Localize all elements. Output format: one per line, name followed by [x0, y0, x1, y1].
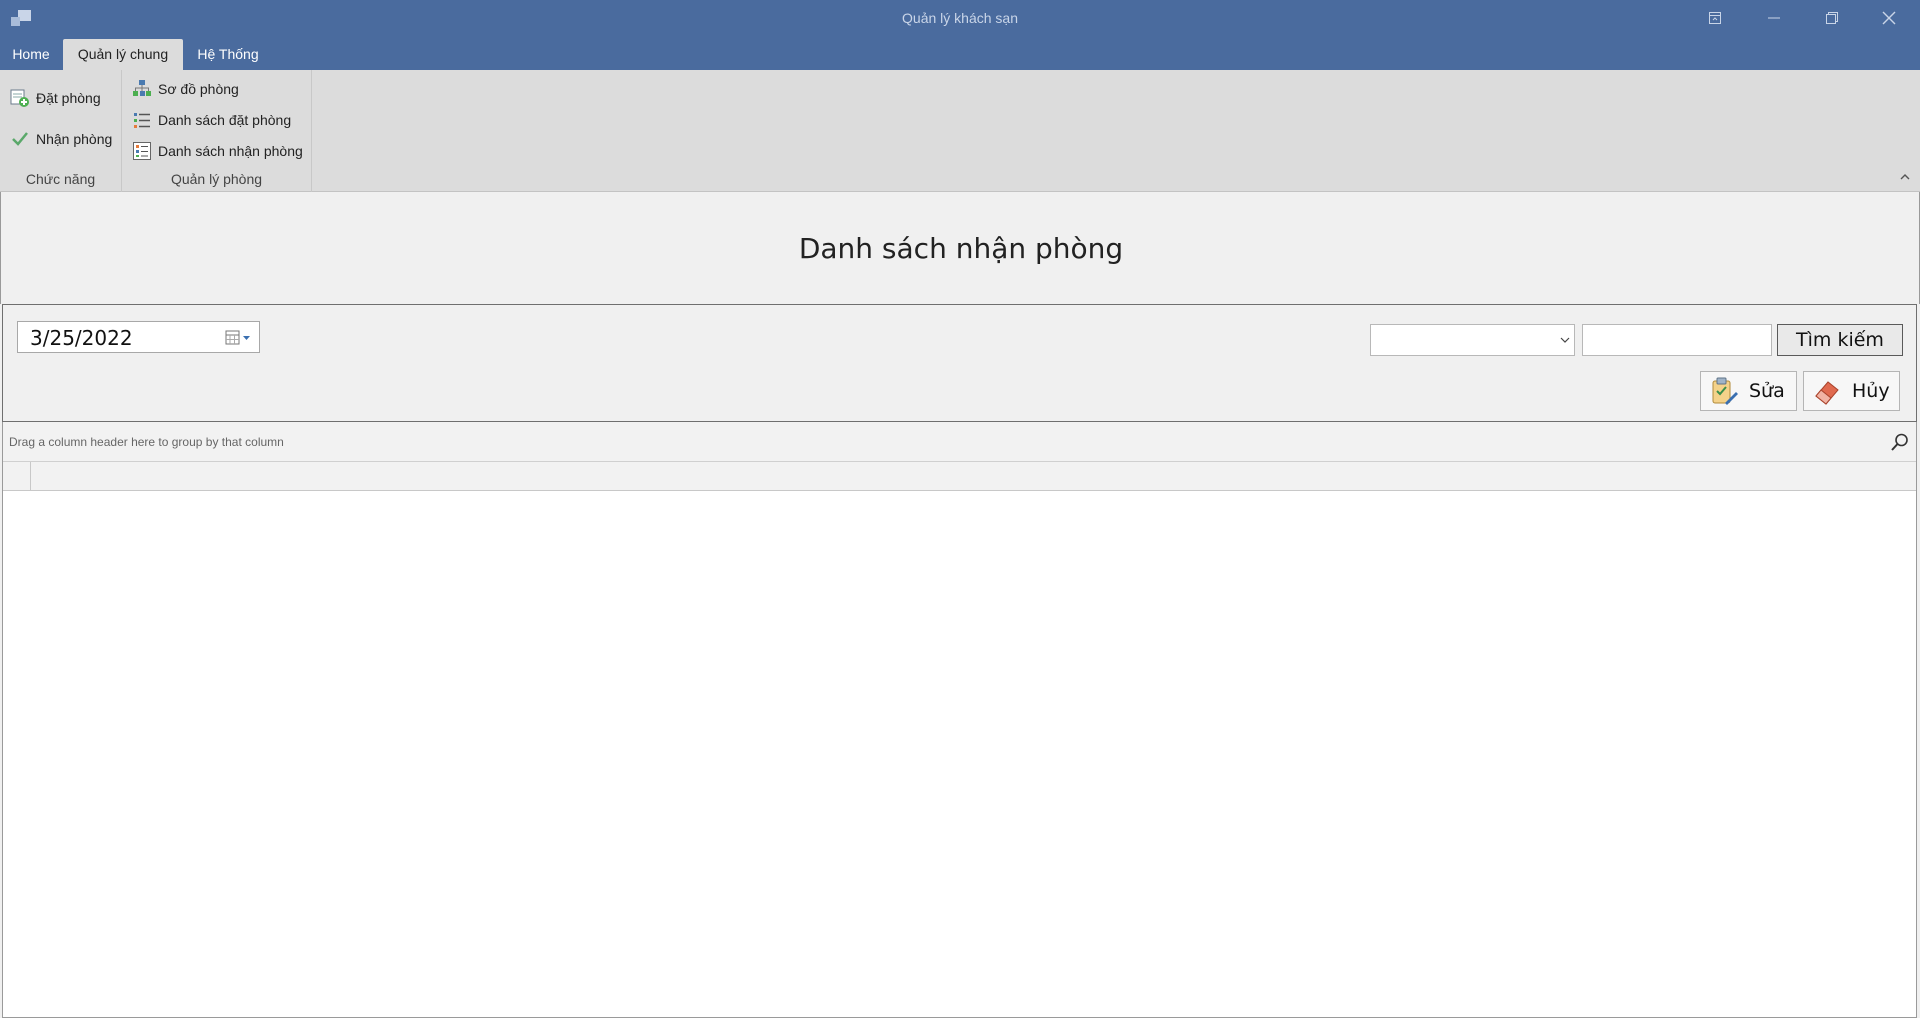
ribbon-group-quan-ly-phong: Sơ đồ phòng Danh sách đặt phòng Danh sác… — [122, 70, 312, 192]
restore-icon — [1826, 12, 1838, 24]
group-panel-hint: Drag a column header here to group by th… — [9, 435, 284, 449]
window-title: Quản lý khách sạn — [902, 10, 1018, 26]
add-booking-icon — [10, 88, 30, 108]
date-picker[interactable]: 3/25/2022 — [17, 321, 260, 353]
so-do-phong-label: Sơ đồ phòng — [158, 81, 239, 97]
eraser-icon — [1815, 381, 1839, 405]
nhan-phong-label: Nhận phòng — [36, 131, 113, 147]
collapse-ribbon-icon[interactable] — [1898, 170, 1912, 184]
ribbon-display-options-button[interactable] — [1686, 0, 1744, 36]
filter-panel: 3/25/2022 Tìm kiếm Sửa Hủy — [2, 304, 1917, 422]
ribbon: Đặt phòng Nhận phòng Chức năng Sơ đồ phò… — [0, 70, 1920, 192]
tab-home[interactable]: Home — [4, 39, 58, 70]
room-map-icon — [132, 79, 152, 99]
close-button[interactable] — [1860, 0, 1918, 36]
checklist-icon — [132, 141, 152, 161]
restore-button[interactable] — [1803, 0, 1861, 36]
cancel-label: Hủy — [1852, 380, 1890, 402]
nhan-phong-button[interactable]: Nhận phòng — [10, 129, 112, 149]
date-value: 3/25/2022 — [30, 326, 133, 350]
so-do-phong-button[interactable]: Sơ đồ phòng — [132, 79, 239, 99]
column-header-row — [3, 462, 1916, 491]
danh-sach-dat-phong-label: Danh sách đặt phòng — [158, 112, 292, 128]
dat-phong-label: Đặt phòng — [36, 90, 101, 106]
page-header: Danh sách nhận phòng — [0, 192, 1920, 304]
search-icon[interactable] — [1890, 432, 1910, 452]
data-grid[interactable]: Drag a column header here to group by th… — [2, 422, 1917, 1018]
ribbon-options-icon — [1709, 12, 1721, 24]
ribbon-tabs: Home Quản lý chung Hệ Thống — [0, 36, 1920, 70]
ribbon-group-label: Chức năng — [25, 171, 96, 187]
danh-sach-nhan-phong-label: Danh sách nhận phòng — [158, 143, 303, 159]
chevron-down-icon[interactable] — [1556, 325, 1574, 355]
list-icon — [132, 110, 152, 130]
danh-sach-dat-phong-button[interactable]: Danh sách đặt phòng — [132, 110, 291, 130]
checkmark-icon — [10, 129, 30, 149]
search-button[interactable]: Tìm kiếm — [1777, 324, 1903, 356]
minimize-button[interactable] — [1745, 0, 1803, 36]
page-title: Danh sách nhận phòng — [798, 232, 1124, 265]
clipboard-edit-icon — [1712, 377, 1738, 405]
cancel-button[interactable]: Hủy — [1803, 371, 1900, 411]
title-bar: Quản lý khách sạn — [0, 0, 1920, 36]
search-input[interactable] — [1582, 324, 1772, 356]
minimize-icon — [1768, 17, 1780, 19]
calendar-dropdown-icon[interactable] — [225, 329, 253, 347]
edit-label: Sửa — [1749, 380, 1785, 402]
ribbon-group-chuc-nang: Đặt phòng Nhận phòng Chức năng — [0, 70, 122, 192]
danh-sach-nhan-phong-button[interactable]: Danh sách nhận phòng — [132, 141, 303, 161]
edit-button[interactable]: Sửa — [1700, 371, 1797, 411]
dat-phong-button[interactable]: Đặt phòng — [10, 88, 101, 108]
row-indicator-header[interactable] — [3, 462, 31, 490]
ribbon-group-label: Quản lý phòng — [170, 171, 263, 187]
close-icon — [1882, 11, 1896, 25]
group-panel[interactable]: Drag a column header here to group by th… — [3, 422, 1916, 462]
tab-he-thong[interactable]: Hệ Thống — [188, 39, 268, 70]
tab-quan-ly-chung[interactable]: Quản lý chung — [63, 39, 183, 70]
search-field-select[interactable] — [1370, 324, 1575, 356]
